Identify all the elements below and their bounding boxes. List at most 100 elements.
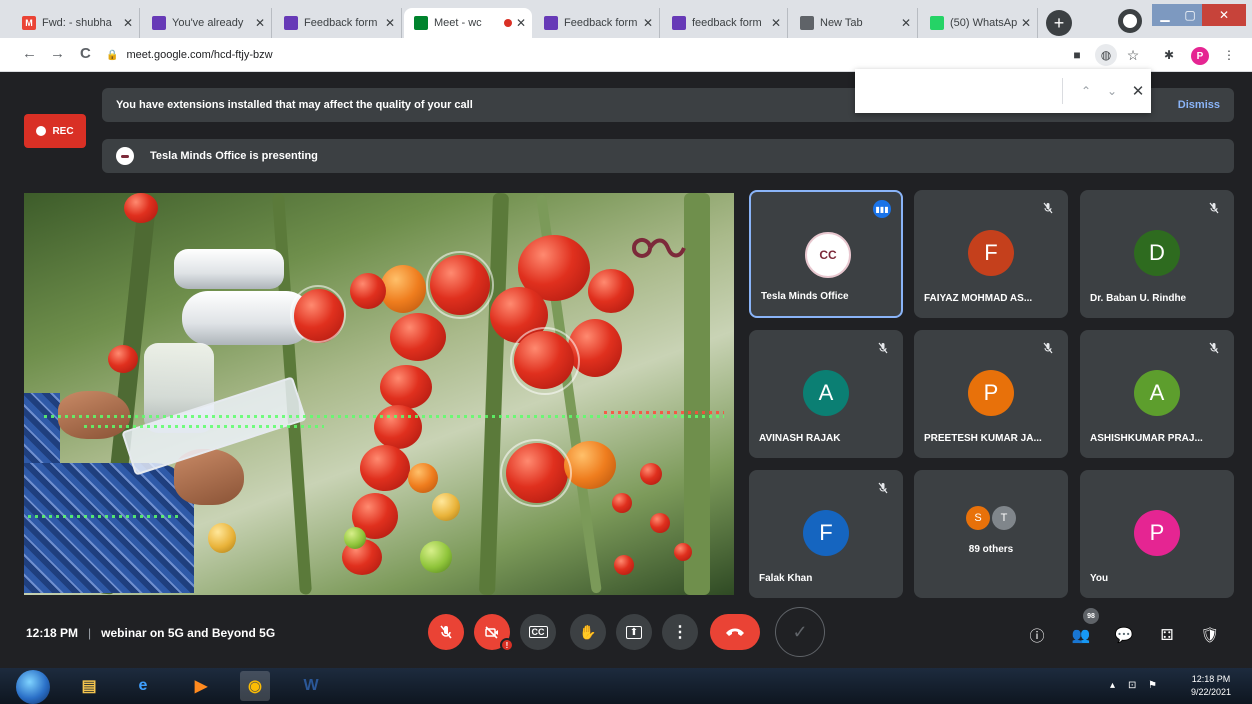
participant-count-badge: 98 [1083,608,1099,624]
host-controls-button[interactable]: 🛡 [1197,622,1223,648]
meeting-info: 12:18 PM | webinar on 5G and Beyond 5G [26,626,276,640]
maximize-window-button[interactable]: ▢ [1178,4,1202,26]
chat-icon: 💬 [1114,627,1134,644]
start-button[interactable] [16,670,50,704]
camera-warning-badge: ! [500,638,514,652]
new-tab-button[interactable]: + [1046,10,1072,36]
find-previous-button[interactable]: ⌃ [1073,84,1099,98]
bookmark-star-icon[interactable]: ☆ [1122,44,1144,66]
presentation-screen [24,193,734,595]
tab-title: You've already [172,17,244,29]
more-options-button[interactable]: ⋮ [662,614,698,650]
participant-tile[interactable]: A ASHISHKUMAR PRAJ... [1080,330,1234,458]
microphone-off-button[interactable] [428,614,464,650]
data-overlay [28,515,178,518]
dismiss-button[interactable]: Dismiss [1178,99,1220,111]
minimize-window-button[interactable]: ▁ [1152,4,1178,26]
chat-button[interactable]: 💬 [1111,622,1137,648]
close-tab-icon[interactable]: ✕ [901,16,911,30]
present-icon: ⬆ [625,625,643,639]
tomato [124,193,158,223]
chrome-icon [800,16,814,30]
captions-button[interactable]: CC [520,614,556,650]
tab-title: (50) WhatsApp [950,17,1017,29]
close-tab-icon[interactable]: ✕ [255,16,265,30]
profile-avatar[interactable]: P [1191,47,1209,65]
system-clock[interactable]: 12:18 PM 9/22/2021 [1176,673,1246,699]
find-input[interactable] [855,69,1062,113]
participant-tile[interactable]: P You [1080,470,1234,598]
tab-search-icon[interactable]: ◍ [1095,44,1117,66]
present-now-button[interactable]: ⬆ [616,614,652,650]
action-center-flag-icon[interactable]: ⚑ [1148,680,1157,691]
participant-tile[interactable]: D Dr. Baban U. Rindhe [1080,190,1234,318]
close-tab-icon[interactable]: ✕ [1021,16,1031,30]
participant-tile[interactable]: A AVINASH RAJAK [749,330,903,458]
media-player-icon[interactable]: ▶ [186,671,216,701]
activities-icon: ⚃ [1160,627,1174,644]
record-dot-icon [36,126,47,136]
close-tab-icon[interactable]: ✕ [385,16,395,30]
internet-explorer-icon[interactable]: e [128,671,158,701]
participant-tile[interactable]: CC Tesla Minds Office ▮▮▮ [749,190,903,318]
browser-tab[interactable]: Feedback form ✕ [534,8,660,38]
close-tab-icon[interactable]: ✕ [516,16,526,30]
participant-avatar: S [966,506,990,530]
participant-name: Falak Khan [759,573,813,584]
close-tab-icon[interactable]: ✕ [123,16,133,30]
scan-ring [510,327,580,395]
tomato [380,365,432,409]
forward-button[interactable]: → [50,45,65,62]
participant-name: AVINASH RAJAK [759,433,841,444]
others-count-label: 89 others [968,544,1014,555]
word-icon[interactable]: W [296,671,326,701]
show-everyone-button[interactable]: 👥 [1068,622,1094,648]
forms-icon [152,16,166,30]
browser-tab[interactable]: M Fwd: - shubha ✕ [12,8,140,38]
rec-label: REC [52,125,74,137]
browser-tab[interactable]: New Tab ✕ [790,8,918,38]
browser-tab[interactable]: (50) WhatsApp ✕ [920,8,1038,38]
leave-call-button[interactable] [710,614,760,650]
recording-indicator[interactable]: REC [24,114,86,148]
tomato [612,493,632,513]
windows-taskbar: ▤ e ▶ ◉ W ▴ ⊡ ⚑ [0,668,1252,704]
raise-hand-button[interactable]: ✋ [570,614,606,650]
camera-in-use-icon[interactable]: ■ [1066,44,1088,66]
chrome-icon[interactable]: ◉ [240,671,270,701]
address-bar[interactable]: 🔒 meet.google.com/hcd-ftjy-bzw [106,44,1096,66]
network-icon[interactable]: ⊡ [1128,680,1136,691]
close-tab-icon[interactable]: ✕ [643,16,653,30]
browser-tab[interactable]: feedback form ✕ [662,8,788,38]
check-button[interactable]: ✓ [775,607,825,657]
org-logo-icon: CC [819,248,837,262]
find-close-button[interactable]: ✕ [1125,82,1151,100]
back-button[interactable]: ← [22,45,37,62]
show-hidden-icons-arrow[interactable]: ▴ [1110,680,1115,691]
url-text: meet.google.com/hcd-ftjy-bzw [126,49,273,61]
find-next-button[interactable]: ⌄ [1099,84,1125,98]
browser-tab[interactable]: Feedback form ✕ [274,8,402,38]
browser-tab[interactable]: You've already ✕ [142,8,272,38]
participant-tile[interactable]: F FAIYAZ MOHMAD AS... [914,190,1068,318]
explorer-icon[interactable]: ▤ [74,671,104,701]
participant-tile[interactable]: F Falak Khan [749,470,903,598]
browser-menu-icon[interactable]: ⋮ [1218,44,1240,66]
close-tab-icon[interactable]: ✕ [771,16,781,30]
participant-tile[interactable]: P PREETESH KUMAR JA... [914,330,1068,458]
reload-button[interactable]: C [80,45,91,62]
browser-tab[interactable]: Meet - wc ✕ [404,8,532,38]
extensions-icon[interactable]: ✱ [1158,44,1180,66]
participant-tile[interactable]: S T 89 others [914,470,1068,598]
tomato [408,463,438,493]
data-overlay [84,425,324,428]
tab-title: Meet - wc [434,17,482,29]
meeting-details-button[interactable]: ⓘ [1024,622,1050,648]
plant-stem [478,193,510,595]
chrome-profile-button[interactable] [1118,9,1142,33]
check-icon: ✓ [792,621,808,642]
close-window-button[interactable]: ✕ [1202,4,1246,26]
camera-off-button[interactable]: ! [474,614,514,652]
info-icon: ⓘ [1029,627,1045,645]
activities-button[interactable]: ⚃ [1154,622,1180,648]
